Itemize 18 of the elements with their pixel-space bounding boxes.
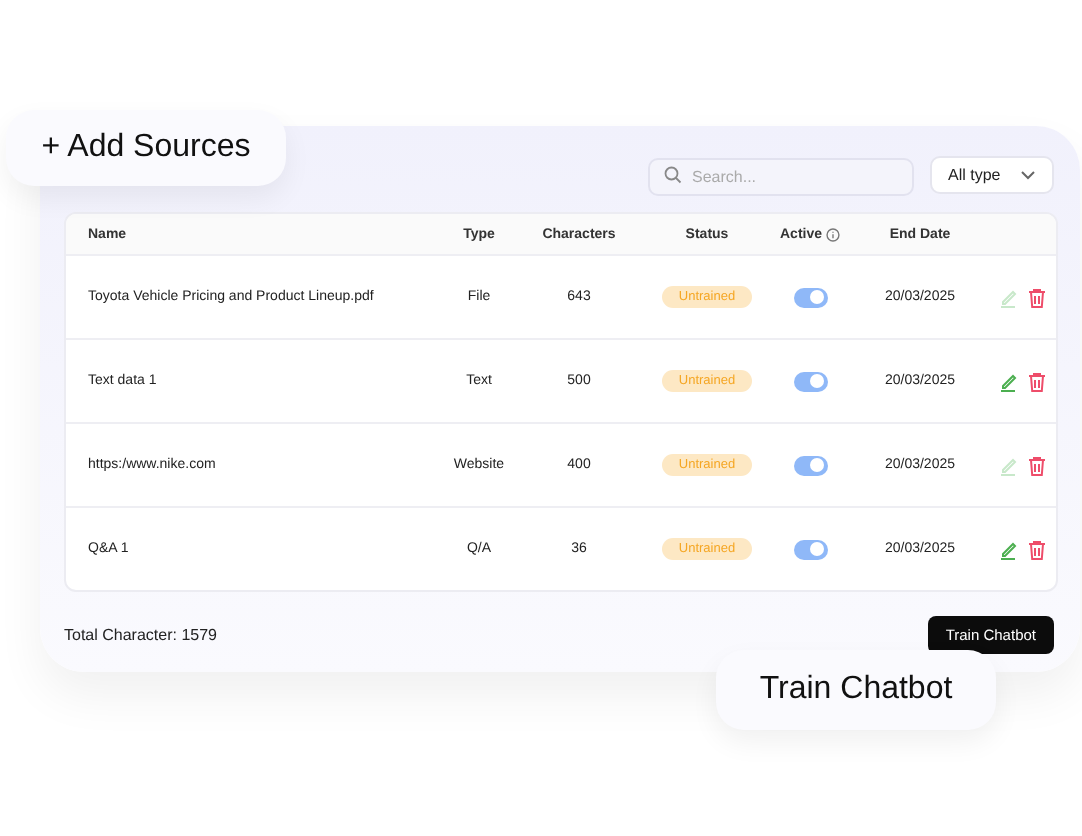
train-chatbot-callout: Train Chatbot [716,650,996,730]
trash-icon[interactable] [1028,455,1046,475]
trash-icon[interactable] [1028,539,1046,559]
type-dropdown[interactable]: All type [930,156,1054,194]
pencil-icon[interactable] [1000,539,1018,559]
pencil-icon[interactable] [1000,371,1018,391]
active-toggle[interactable] [793,539,827,559]
active-toggle[interactable] [793,455,827,475]
chevron-down-icon [1020,170,1036,180]
active-toggle[interactable] [793,371,827,391]
search-field[interactable]: Search... [648,158,914,196]
search-icon [664,166,682,184]
total-characters: Total Character: 1579 [64,626,217,644]
trash-icon[interactable] [1028,371,1046,391]
add-sources-callout: + Add Sources [6,110,286,186]
info-icon[interactable] [826,227,840,241]
active-toggle[interactable] [793,287,827,307]
trash-icon[interactable] [1028,287,1046,307]
